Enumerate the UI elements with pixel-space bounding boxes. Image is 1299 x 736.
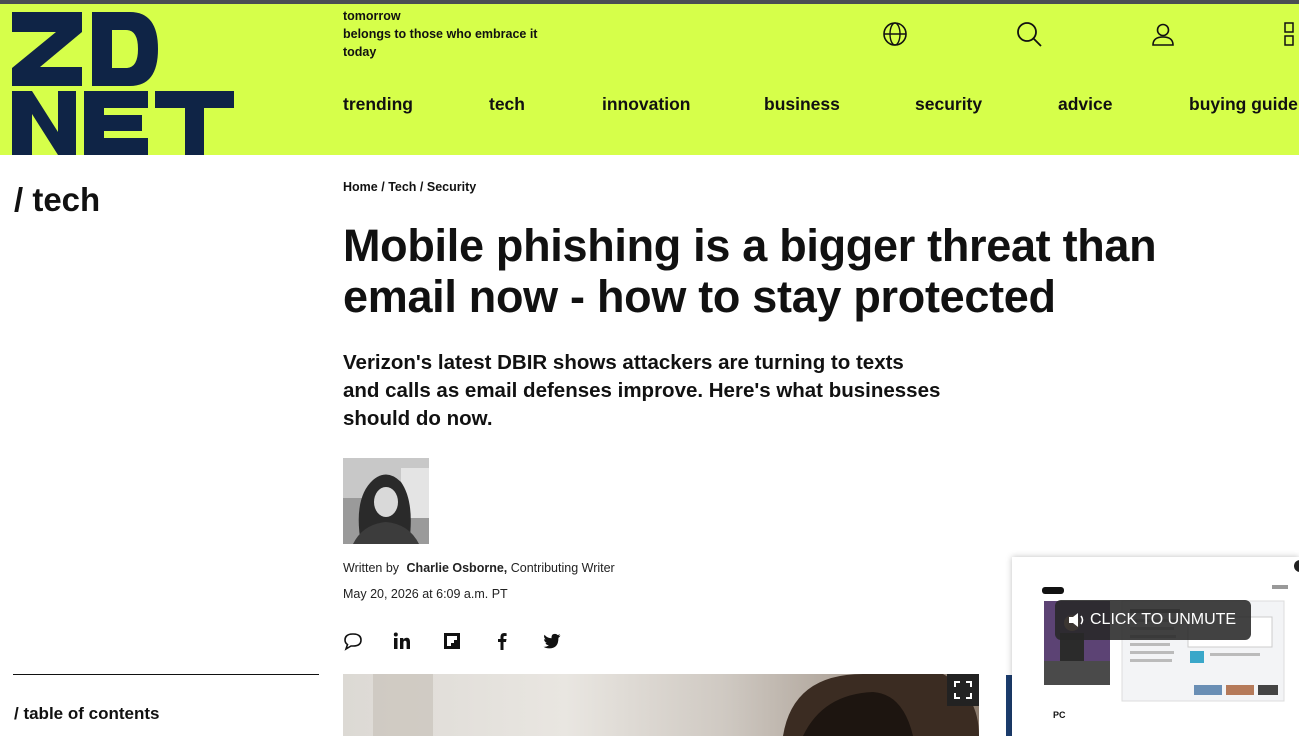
flipboard-icon[interactable] (442, 631, 462, 651)
user-icon[interactable] (1149, 20, 1177, 48)
sidebar-divider (13, 674, 319, 675)
nav-item-security[interactable]: security (915, 94, 982, 115)
tagline-line-2: belongs to those who embrace it (343, 27, 538, 41)
breadcrumb: Home / Tech / Security (343, 180, 476, 194)
hero-image (343, 674, 979, 736)
nav-item-tech[interactable]: tech (489, 94, 525, 115)
breadcrumb-security[interactable]: Security (427, 180, 476, 194)
article-headline: Mobile phishing is a bigger threat than … (343, 220, 1157, 322)
author-photo[interactable] (343, 458, 429, 544)
section-label[interactable]: / tech (14, 181, 100, 219)
breadcrumb-separator: / (381, 180, 385, 194)
globe-icon[interactable] (881, 20, 909, 48)
breadcrumb-tech[interactable]: Tech (388, 180, 416, 194)
video-close-icon[interactable] (1294, 560, 1299, 572)
unmute-label: CLICK TO UNMUTE (1090, 611, 1237, 628)
search-icon[interactable] (1015, 20, 1043, 48)
tagline-line-3: today (343, 45, 377, 59)
breadcrumb-separator: / (419, 180, 424, 194)
unmute-button[interactable]: CLICK TO UNMUTE (1055, 600, 1251, 640)
author-name[interactable]: Charlie Osborne, (407, 561, 508, 575)
tagline: tomorrow belongs to those who embrace it… (343, 7, 573, 61)
comment-icon[interactable] (343, 631, 363, 651)
author-role: Contributing Writer (510, 561, 615, 575)
linkedin-icon[interactable] (392, 631, 412, 651)
table-of-contents-toggle[interactable]: / table of contents (14, 704, 159, 724)
speaker-icon (1069, 613, 1084, 627)
site-header: tomorrow belongs to those who embrace it… (0, 4, 1299, 155)
video-thumb-label: PC (1053, 710, 1066, 720)
article-subheadline: Verizon's latest DBIR shows attackers ar… (343, 351, 941, 430)
menu-icon[interactable] (1282, 20, 1299, 48)
facebook-icon[interactable] (492, 631, 512, 651)
tagline-line-1: tomorrow (343, 9, 401, 23)
publish-date: May 20, 2026 at 6:09 a.m. PT (343, 587, 508, 601)
breadcrumb-home[interactable]: Home (343, 180, 378, 194)
nav-item-advice[interactable]: advice (1058, 94, 1112, 115)
nav-item-buying-guide[interactable]: buying guide (1189, 94, 1298, 115)
byline: Written by Charlie Osborne, Contributing… (343, 561, 615, 575)
fullscreen-icon[interactable] (947, 674, 979, 706)
zdnet-logo[interactable] (12, 12, 234, 155)
nav-item-innovation[interactable]: innovation (602, 94, 690, 115)
byline-prefix: Written by (343, 561, 400, 575)
nav-item-business[interactable]: business (764, 94, 840, 115)
nav-item-trending[interactable]: trending (343, 94, 413, 115)
twitter-icon[interactable] (542, 631, 562, 651)
